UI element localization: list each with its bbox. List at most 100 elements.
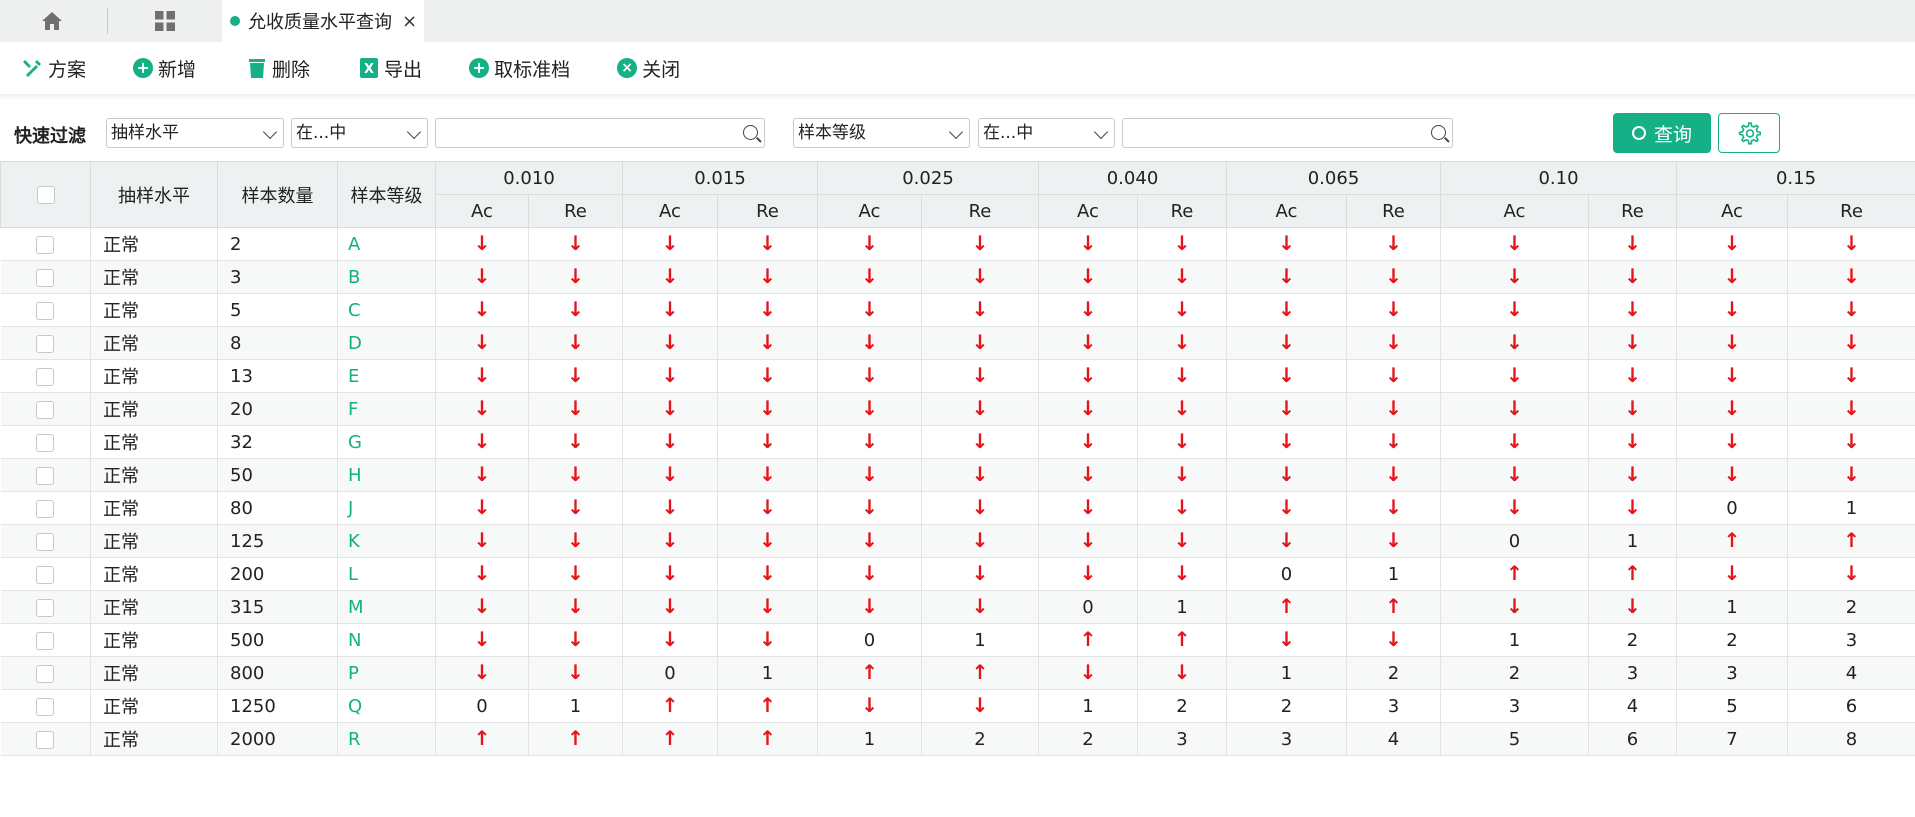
col-header-ac[interactable]: Ac — [1676, 194, 1789, 228]
grid-icon — [155, 11, 175, 31]
add-button[interactable]: + 新增 — [132, 42, 196, 94]
table-row[interactable]: 正常 2000 R ↑ ↑ ↑ ↑ 1 2 2 3 3 4 5 6 7 8 — [0, 722, 1915, 756]
scheme-button[interactable]: 方案 — [22, 42, 86, 94]
home-tab[interactable] — [0, 0, 104, 42]
row-checkbox[interactable] — [36, 466, 55, 485]
cell-re: 6 — [1588, 722, 1678, 756]
col-header-ac[interactable]: Ac — [1440, 194, 1589, 228]
tab-aql-query[interactable]: 允收质量水平查询 × — [222, 0, 424, 42]
row-checkbox[interactable] — [36, 400, 55, 419]
arrow-down-icon: ↓ — [1506, 594, 1523, 618]
cell-arrow-down: ↓ — [1038, 359, 1138, 393]
query-button[interactable]: 查询 — [1613, 113, 1711, 153]
table-row[interactable]: 正常 800 P ↓ ↓ 0 1 ↑ ↑ ↓ ↓ 1 2 2 3 3 4 — [0, 656, 1915, 690]
search-icon[interactable] — [743, 125, 758, 140]
cell-arrow-down: ↓ — [1038, 293, 1138, 327]
cell-arrow-down: ↓ — [1440, 260, 1589, 294]
col-header-re[interactable]: Re — [528, 194, 623, 228]
cell-re: 1 — [1787, 491, 1915, 525]
table-row[interactable]: 正常 50 H ↓ ↓ ↓ ↓ ↓ ↓ ↓ ↓ ↓ ↓ ↓ ↓ ↓ ↓ — [0, 458, 1915, 492]
apps-tab[interactable] — [112, 0, 218, 42]
cell-arrow-down: ↓ — [1346, 326, 1441, 360]
filter-field-select-1[interactable]: 抽样水平 — [106, 118, 284, 148]
cell-arrow-down: ↓ — [1137, 656, 1227, 690]
table-row[interactable]: 正常 20 F ↓ ↓ ↓ ↓ ↓ ↓ ↓ ↓ ↓ ↓ ↓ ↓ ↓ ↓ — [0, 392, 1915, 426]
col-header-ac[interactable]: Ac — [435, 194, 529, 228]
row-checkbox[interactable] — [36, 334, 55, 353]
cell-arrow-down: ↓ — [1226, 359, 1347, 393]
cell-grade: B — [337, 260, 436, 294]
table-row[interactable]: 正常 200 L ↓ ↓ ↓ ↓ ↓ ↓ ↓ ↓ 0 1 ↑ ↑ ↓ ↓ — [0, 557, 1915, 591]
col-header-re[interactable]: Re — [1346, 194, 1441, 228]
export-button[interactable]: X 导出 — [358, 42, 422, 94]
filter-value-input-2[interactable] — [1122, 118, 1453, 148]
close-tab-icon[interactable]: × — [402, 11, 417, 32]
cell-level: 正常 — [90, 458, 218, 492]
table-row[interactable]: 正常 8 D ↓ ↓ ↓ ↓ ↓ ↓ ↓ ↓ ↓ ↓ ↓ ↓ ↓ ↓ — [0, 326, 1915, 360]
cell-arrow-down: ↓ — [717, 260, 818, 294]
col-header-size[interactable]: 样本数量 — [217, 161, 338, 228]
table-row[interactable]: 正常 32 G ↓ ↓ ↓ ↓ ↓ ↓ ↓ ↓ ↓ ↓ ↓ ↓ ↓ ↓ — [0, 425, 1915, 459]
row-checkbox[interactable] — [36, 268, 55, 287]
col-header-re[interactable]: Re — [717, 194, 818, 228]
col-header-ac[interactable]: Ac — [1038, 194, 1138, 228]
row-checkbox[interactable] — [36, 730, 55, 749]
cell-grade: J — [337, 491, 436, 525]
arrow-down-icon: ↓ — [759, 495, 776, 519]
search-icon[interactable] — [1431, 125, 1446, 140]
cell-size: 80 — [217, 491, 338, 525]
filter-operator-select-2[interactable]: 在...中 — [978, 118, 1115, 148]
col-header-grade[interactable]: 样本等级 — [337, 161, 436, 228]
cell-arrow-down: ↓ — [717, 359, 818, 393]
col-header-re[interactable]: Re — [1787, 194, 1915, 228]
table-row[interactable]: 正常 125 K ↓ ↓ ↓ ↓ ↓ ↓ ↓ ↓ ↓ ↓ 0 1 ↑ ↑ — [0, 524, 1915, 558]
table-row[interactable]: 正常 5 C ↓ ↓ ↓ ↓ ↓ ↓ ↓ ↓ ↓ ↓ ↓ ↓ ↓ ↓ — [0, 293, 1915, 327]
filter-value-input-1[interactable] — [435, 118, 765, 148]
arrow-down-icon: ↓ — [1723, 264, 1741, 288]
row-checkbox[interactable] — [36, 565, 55, 584]
arrow-down-icon: ↓ — [759, 462, 776, 486]
row-checkbox[interactable] — [36, 697, 55, 716]
cell-arrow-down: ↓ — [1787, 326, 1915, 360]
col-header-ac[interactable]: Ac — [1226, 194, 1347, 228]
cell-arrow-down: ↓ — [435, 260, 529, 294]
row-checkbox[interactable] — [36, 499, 55, 518]
table-row[interactable]: 正常 3 B ↓ ↓ ↓ ↓ ↓ ↓ ↓ ↓ ↓ ↓ ↓ ↓ ↓ ↓ — [0, 260, 1915, 294]
arrow-down-icon: ↓ — [1079, 231, 1097, 255]
get-standard-button[interactable]: + 取标准档 — [468, 42, 570, 94]
table-row[interactable]: 正常 80 J ↓ ↓ ↓ ↓ ↓ ↓ ↓ ↓ ↓ ↓ ↓ ↓ 0 1 — [0, 491, 1915, 525]
col-header-re[interactable]: Re — [921, 194, 1039, 228]
filter-operator-select-1[interactable]: 在...中 — [291, 118, 428, 148]
row-checkbox[interactable] — [36, 664, 55, 683]
row-checkbox[interactable] — [36, 433, 55, 452]
filter-field-select-2[interactable]: 样本等级 — [793, 118, 970, 148]
table-row[interactable]: 正常 2 A ↓ ↓ ↓ ↓ ↓ ↓ ↓ ↓ ↓ ↓ ↓ ↓ ↓ ↓ — [0, 227, 1915, 261]
col-header-ac[interactable]: Ac — [622, 194, 718, 228]
cell-arrow-down: ↓ — [528, 590, 623, 624]
arrow-down-icon: ↓ — [971, 363, 989, 387]
close-button[interactable]: × 关闭 — [616, 42, 680, 94]
table-row[interactable]: 正常 1250 Q 0 1 ↑ ↑ ↓ ↓ 1 2 2 3 3 4 5 6 — [0, 689, 1915, 723]
settings-button[interactable] — [1718, 113, 1780, 153]
col-header-re[interactable]: Re — [1587, 194, 1678, 228]
arrow-down-icon: ↓ — [1385, 528, 1402, 552]
arrow-down-icon: ↓ — [661, 462, 679, 486]
arrow-down-icon: ↓ — [661, 396, 679, 420]
row-checkbox[interactable] — [36, 367, 55, 386]
arrow-down-icon: ↓ — [1723, 462, 1741, 486]
table-row[interactable]: 正常 13 E ↓ ↓ ↓ ↓ ↓ ↓ ↓ ↓ ↓ ↓ ↓ ↓ ↓ ↓ — [0, 359, 1915, 393]
select-all-checkbox[interactable] — [36, 186, 55, 204]
row-checkbox[interactable] — [36, 301, 55, 320]
col-header-re[interactable]: Re — [1137, 194, 1227, 228]
table-row[interactable]: 正常 500 N ↓ ↓ ↓ ↓ 0 1 ↑ ↑ ↓ ↓ 1 2 2 3 — [0, 623, 1915, 657]
delete-button[interactable]: 删除 — [246, 42, 310, 94]
row-checkbox[interactable] — [36, 631, 55, 650]
table-row[interactable]: 正常 315 M ↓ ↓ ↓ ↓ ↓ ↓ 0 1 ↑ ↑ ↓ ↓ 1 2 — [0, 590, 1915, 624]
col-header-level[interactable]: 抽样水平 — [90, 161, 218, 228]
row-checkbox[interactable] — [36, 532, 55, 551]
arrow-down-icon: ↓ — [1506, 429, 1523, 453]
row-checkbox[interactable] — [36, 598, 55, 617]
col-header-ac[interactable]: Ac — [817, 194, 922, 228]
row-checkbox[interactable] — [36, 235, 55, 254]
cell-level: 正常 — [90, 524, 218, 558]
